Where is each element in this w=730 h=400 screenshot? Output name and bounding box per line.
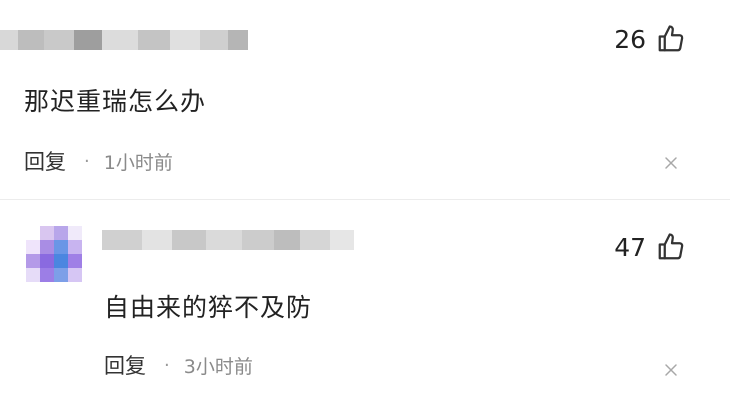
- separator-dot: ·: [164, 354, 170, 376]
- comment-item: 26 那迟重瑞怎么办 回复 · 1小时前: [0, 0, 730, 200]
- comment-footer: 回复 · 3小时前: [104, 350, 253, 380]
- like-group[interactable]: 47: [614, 232, 686, 262]
- comment-text: 自由来的猝不及防: [104, 293, 313, 322]
- like-count: 26: [614, 24, 646, 54]
- comment-text: 那迟重瑞怎么办: [24, 87, 207, 116]
- username-blurred: [102, 230, 354, 250]
- timestamp: 1小时前: [103, 151, 173, 174]
- reply-button[interactable]: 回复: [104, 350, 146, 380]
- close-icon[interactable]: [664, 363, 678, 377]
- comment-footer: 回复 · 1小时前: [24, 146, 173, 176]
- like-count: 47: [614, 232, 646, 262]
- reply-button[interactable]: 回复: [24, 146, 66, 176]
- username-blurred: [0, 30, 248, 50]
- thumbs-up-icon[interactable]: [656, 232, 686, 262]
- avatar[interactable]: [26, 226, 82, 282]
- thumbs-up-icon[interactable]: [656, 24, 686, 54]
- like-group[interactable]: 26: [614, 24, 686, 54]
- comment-item: 47 自由来的猝不及防 回复 · 3小时前: [0, 200, 730, 400]
- timestamp: 3小时前: [183, 355, 253, 378]
- close-icon[interactable]: [664, 156, 678, 170]
- separator-dot: ·: [84, 150, 90, 172]
